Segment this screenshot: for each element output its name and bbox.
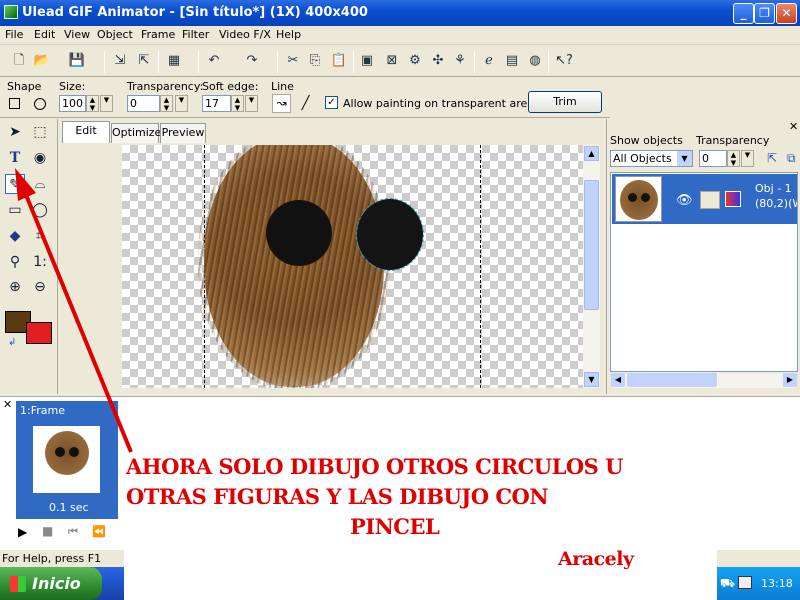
annotation-arrow: [15, 168, 133, 453]
arrow-head: [15, 168, 36, 201]
arrow-shaft: [22, 189, 133, 453]
